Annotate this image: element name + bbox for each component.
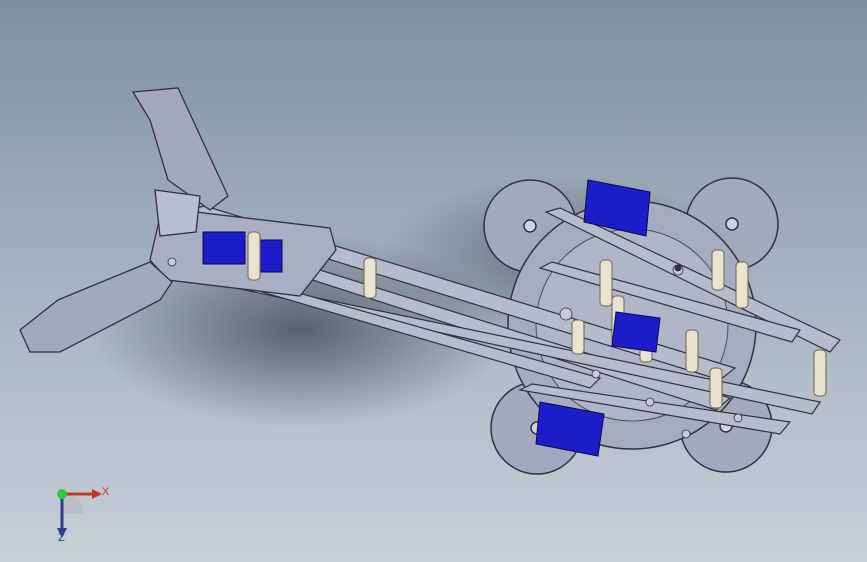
servo-center — [611, 311, 661, 353]
wrist-servo — [202, 231, 246, 265]
gripper-finger-upper — [131, 87, 229, 211]
cad-viewport[interactable]: X Z — [0, 0, 867, 562]
gripper-finger-lower — [19, 261, 173, 353]
gripper — [19, 87, 229, 353]
z-axis-label: Z — [58, 532, 65, 544]
y-axis-dot — [57, 489, 67, 499]
robot-arm-model[interactable] — [0, 0, 867, 562]
x-axis-label: X — [102, 486, 110, 498]
wrist-servo-2 — [259, 239, 283, 273]
